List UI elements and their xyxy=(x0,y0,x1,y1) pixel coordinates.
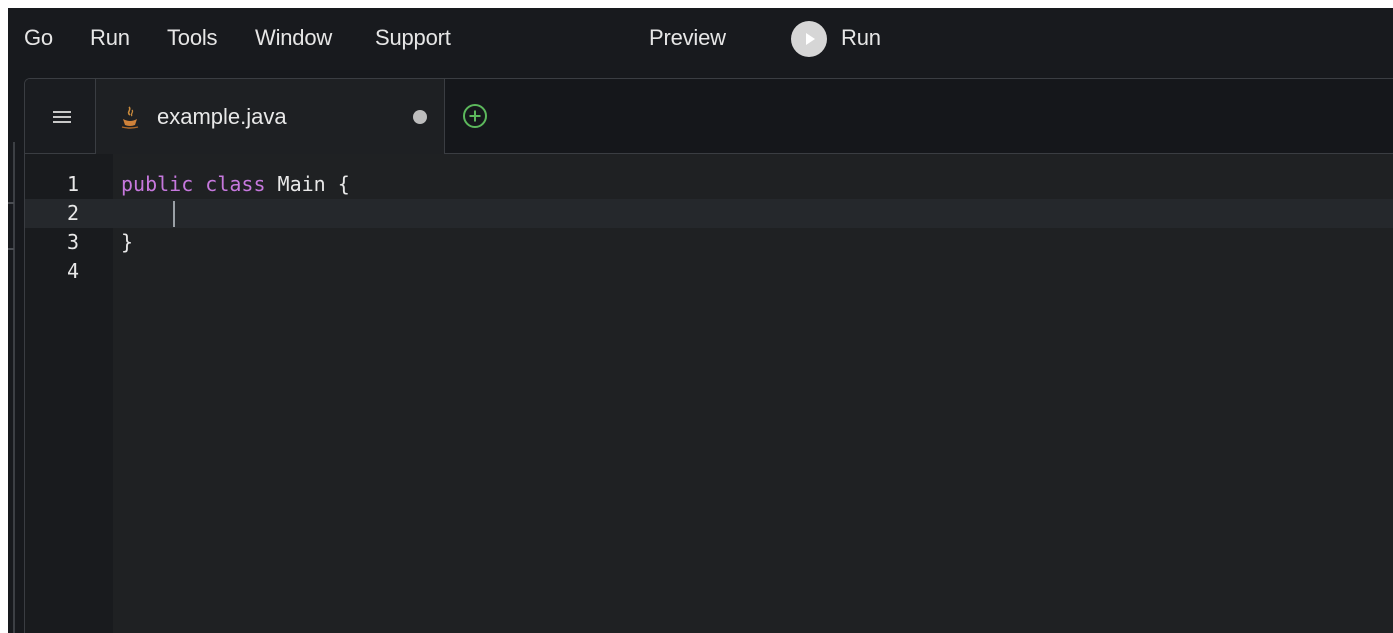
play-icon[interactable] xyxy=(791,21,827,57)
menu-bar: Go Run Tools Window Support Preview Run xyxy=(8,8,1393,70)
unsaved-indicator-icon[interactable] xyxy=(413,110,427,124)
menu-window[interactable]: Window xyxy=(255,25,332,51)
line-text: } xyxy=(121,230,134,254)
keyword-token: class xyxy=(205,172,266,196)
screen: Go Run Tools Window Support Preview Run xyxy=(0,0,1393,633)
left-edge-tick xyxy=(8,248,14,250)
menu-go[interactable]: Go xyxy=(24,25,53,51)
run-button[interactable]: Run xyxy=(841,25,881,51)
line-number: 2 xyxy=(66,201,79,225)
menu-tools[interactable]: Tools xyxy=(167,25,218,51)
code-line[interactable]: 3 } xyxy=(25,228,1393,257)
menu-run[interactable]: Run xyxy=(90,25,130,51)
left-edge-divider xyxy=(13,142,15,633)
hamburger-icon xyxy=(53,111,71,123)
line-text: public class Main { xyxy=(121,170,350,199)
left-edge-tick xyxy=(8,202,14,204)
ide-window: Go Run Tools Window Support Preview Run xyxy=(8,8,1393,633)
add-tab-icon[interactable] xyxy=(462,103,488,129)
left-edge xyxy=(8,70,24,633)
line-number: 1 xyxy=(66,172,79,196)
text-cursor xyxy=(173,201,175,227)
keyword-token: public xyxy=(121,172,194,196)
code-editor[interactable]: 1 public class Main { 2 3 } 4 xyxy=(25,154,1393,633)
preview-button[interactable]: Preview xyxy=(649,25,726,51)
tab-bar: example.java xyxy=(25,79,1393,154)
code-line[interactable]: 1 public class Main { xyxy=(25,170,1393,199)
tab-label: example.java xyxy=(157,104,287,129)
menu-support[interactable]: Support xyxy=(375,25,451,51)
editor-panel: example.java 1 public class Main {2 3}… xyxy=(24,78,1393,633)
menu-toggle-button[interactable] xyxy=(25,79,96,153)
text-token: Main { xyxy=(265,172,350,196)
java-icon xyxy=(120,105,140,129)
code-line[interactable]: 4 xyxy=(25,257,1393,286)
line-number: 4 xyxy=(66,259,79,283)
tab-example-java[interactable]: example.java xyxy=(96,79,445,154)
code-line-active[interactable]: 2 xyxy=(25,199,1393,228)
line-number: 3 xyxy=(66,230,79,254)
